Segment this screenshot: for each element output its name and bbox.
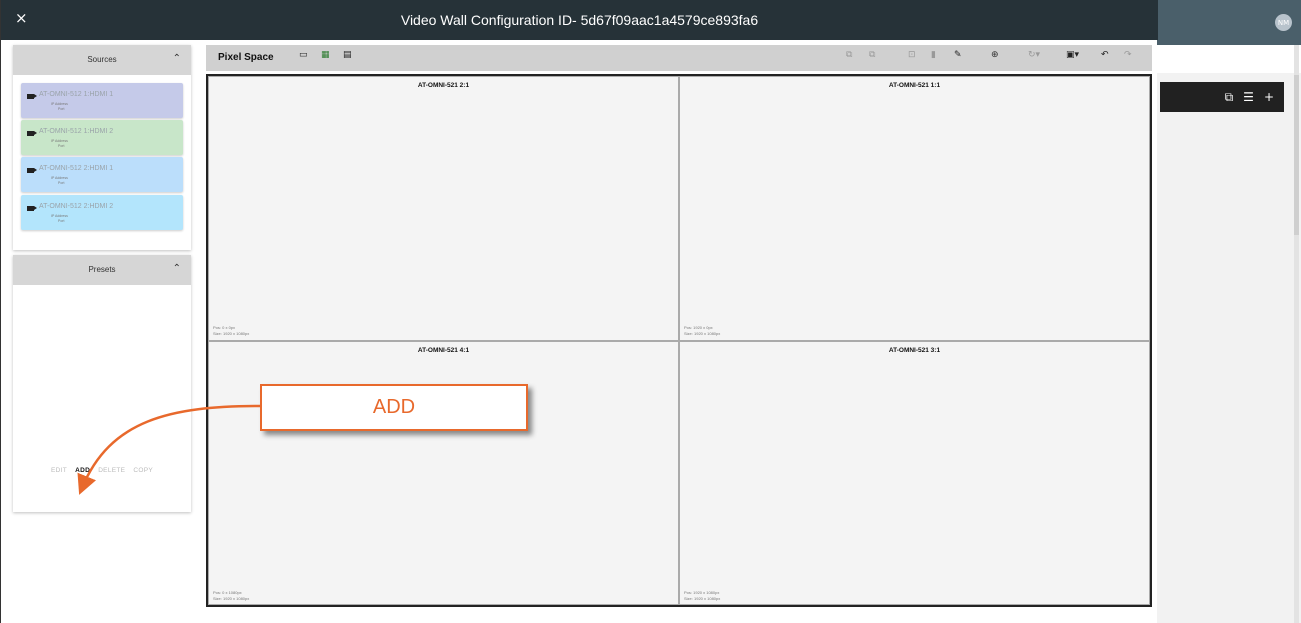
scrollbar-thumb[interactable]: [1294, 75, 1299, 235]
screen-size: Size: 1920 x 1080px: [213, 596, 250, 601]
dialog-title: Video Wall Configuration ID- 5d67f09aac1…: [400, 12, 759, 28]
display-screen[interactable]: AT-OMNI-521 4:1 Pos: 0 x 1080px Size: 19…: [208, 341, 679, 605]
pixel-space-title: Pixel Space: [218, 52, 274, 63]
source-card[interactable]: AT-OMNI-512 1:HDMI 1 IP Address Port: [21, 83, 183, 118]
screen-name: AT-OMNI-521 1:1: [888, 82, 941, 89]
copy-icon[interactable]: ⧉: [846, 50, 852, 60]
chevron-up-icon[interactable]: ⌃: [173, 263, 181, 274]
rotate-icon[interactable]: ↻▾: [1028, 50, 1040, 60]
undo-icon[interactable]: ↶: [1101, 50, 1109, 60]
plus-icon[interactable]: +: [1264, 90, 1274, 104]
preset-actions: EDIT ADD DELETE COPY: [13, 467, 191, 474]
tune-icon[interactable]: ☰: [1243, 90, 1254, 104]
callout-text: ADD: [372, 396, 416, 418]
chevron-up-icon[interactable]: ⌃: [173, 53, 181, 64]
presets-panel-header[interactable]: Presets ⌃: [13, 255, 191, 285]
dialog-header: × Video Wall Configuration ID- 5d67f09aa…: [1, 0, 1158, 40]
monitor-icon[interactable]: ⧉: [1225, 90, 1234, 105]
video-wall-dialog: × Video Wall Configuration ID- 5d67f09aa…: [0, 0, 1158, 623]
save-icon[interactable]: ▣▾: [1066, 50, 1079, 60]
source-name: AT-OMNI-512 2:HDMI 1: [39, 165, 114, 172]
paste-icon[interactable]: ⧉: [869, 50, 875, 60]
source-ip-label: IP Address: [51, 176, 68, 180]
screen-name: AT-OMNI-521 4:1: [417, 347, 470, 354]
monitor-view-icon[interactable]: ▭: [299, 50, 308, 60]
lock-icon[interactable]: ⊡: [908, 50, 916, 60]
background-app: NM ⧉ ☰ +: [1157, 0, 1301, 623]
camera-icon: [27, 94, 37, 99]
display-screen[interactable]: AT-OMNI-521 3:1 Pos: 1920 x 1080px Size:…: [679, 341, 1150, 605]
background-topbar: NM: [1157, 0, 1301, 45]
screen-position: Pos: 0 x 1080px: [213, 590, 242, 595]
grid-view-icon[interactable]: ▦: [321, 50, 330, 60]
sources-panel-title: Sources: [87, 55, 117, 64]
source-name: AT-OMNI-512 2:HDMI 2: [39, 203, 114, 210]
scrollbar[interactable]: [1294, 45, 1299, 623]
avatar[interactable]: NM: [1275, 14, 1292, 31]
source-ip-label: IP Address: [51, 214, 68, 218]
copy-button[interactable]: COPY: [133, 467, 153, 474]
source-ip-label: IP Address: [51, 139, 68, 143]
sources-panel: Sources ⌃ AT-OMNI-512 1:HDMI 1 IP Addres…: [13, 45, 191, 250]
edit-button[interactable]: EDIT: [51, 467, 67, 474]
delete-icon[interactable]: ▮: [931, 50, 936, 60]
background-strip: [1157, 45, 1301, 73]
screen-size: Size: 1920 x 1080px: [684, 331, 721, 336]
camera-icon: [27, 168, 37, 173]
display-screen[interactable]: AT-OMNI-521 2:1 Pos: 0 x 0px Size: 1920 …: [208, 76, 679, 341]
source-card[interactable]: AT-OMNI-512 2:HDMI 2 IP Address Port: [21, 195, 183, 230]
pixel-space-canvas[interactable]: AT-OMNI-521 2:1 Pos: 0 x 0px Size: 1920 …: [206, 74, 1152, 607]
camera-icon: [27, 206, 37, 211]
redo-icon[interactable]: ↷: [1124, 50, 1132, 60]
screen-size: Size: 1920 x 1080px: [213, 331, 250, 336]
canvas-toolbar: Pixel Space ▭ ▦ ▤ ⧉ ⧉ ⊡ ▮ ✎ ⊕ ↻▾ ▣▾ ↶ ↷: [206, 45, 1152, 71]
source-port-label: Port: [58, 219, 65, 223]
display-screen[interactable]: AT-OMNI-521 1:1 Pos: 1920 x 0px Size: 19…: [679, 76, 1150, 341]
screen-name: AT-OMNI-521 2:1: [417, 82, 470, 89]
edit-pencil-icon[interactable]: ✎: [954, 50, 962, 60]
list-view-icon[interactable]: ▤: [343, 50, 352, 60]
source-port-label: Port: [58, 107, 65, 111]
camera-icon: [27, 131, 37, 136]
delete-button[interactable]: DELETE: [98, 467, 125, 474]
screen-position: Pos: 0 x 0px: [213, 325, 236, 330]
source-name: AT-OMNI-512 1:HDMI 1: [39, 91, 114, 98]
screen-position: Pos: 1920 x 1080px: [684, 590, 720, 595]
add-callout: ADD: [260, 384, 528, 431]
screen-size: Size: 1920 x 1080px: [684, 596, 721, 601]
add-button[interactable]: ADD: [75, 467, 90, 474]
presets-panel-title: Presets: [88, 265, 116, 274]
screen-position: Pos: 1920 x 0px: [684, 325, 713, 330]
screen-name: AT-OMNI-521 3:1: [888, 347, 941, 354]
zoom-icon[interactable]: ⊕: [991, 50, 999, 60]
source-card[interactable]: AT-OMNI-512 2:HDMI 1 IP Address Port: [21, 157, 183, 192]
source-port-label: Port: [58, 144, 65, 148]
background-toolbar: ⧉ ☰ +: [1160, 82, 1284, 112]
source-port-label: Port: [58, 181, 65, 185]
sources-panel-header[interactable]: Sources ⌃: [13, 45, 191, 75]
source-name: AT-OMNI-512 1:HDMI 2: [39, 128, 114, 135]
source-card[interactable]: AT-OMNI-512 1:HDMI 2 IP Address Port: [21, 120, 183, 155]
source-ip-label: IP Address: [51, 102, 68, 106]
presets-panel: Presets ⌃ EDIT ADD DELETE COPY: [13, 255, 191, 512]
